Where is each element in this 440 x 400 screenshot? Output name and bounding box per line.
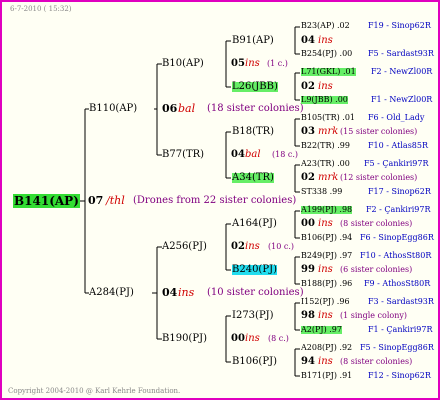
level4-2-top: L71(GKL) .01 xyxy=(301,67,356,76)
level4-6-bottom-origin: F9 - AthosSt80R xyxy=(364,279,431,288)
header-timestamp: 6-7-2010 ( 15:32) xyxy=(10,5,72,13)
level4-7-note: (1 single colony) xyxy=(340,311,407,320)
level2-1-gen: 05 xyxy=(231,58,245,69)
level2-1-note: (1 c.) xyxy=(267,59,288,68)
level4-8-note: (8 sister colonies) xyxy=(340,357,413,366)
level4-1-mating: ins xyxy=(318,35,333,46)
level4-2-top-origin: F2 - NewZl00R xyxy=(371,67,433,76)
level4-6-note: (6 sister colonies) xyxy=(340,265,413,274)
level4-3-bottom: B22(TR) .99 xyxy=(301,141,350,150)
level4-1-gen: 04 xyxy=(301,35,315,46)
level4-2-bottom: L9(JBB) .00 xyxy=(301,95,348,104)
level4-4-bottom: ST338 .99 xyxy=(301,187,343,196)
level4-7-gen: 98 xyxy=(301,310,315,321)
level4-4-mating: mrk xyxy=(318,172,339,183)
queen-level3-8: B106(PJ) xyxy=(232,356,277,367)
level4-4-top-origin: F5 - Çankiri97R xyxy=(364,159,429,168)
level1-a-note: (18 sister colonies) xyxy=(207,103,304,114)
level4-1-bottom: B254(PJ) .00 xyxy=(301,49,353,58)
level4-7-mating: ins xyxy=(318,310,333,321)
level4-7-top-origin: F3 - Sardast93R xyxy=(368,297,434,306)
level4-7-bottom: A2(PJ) .97 xyxy=(301,325,342,334)
level4-3-top: B105(TR) .01 xyxy=(301,113,356,122)
level4-5-top: A199(PJ) .98 xyxy=(301,205,353,214)
queen-level2-3: A256(PJ) xyxy=(162,241,207,252)
queen-level3-7: I273(PJ) xyxy=(232,310,274,321)
level4-3-bottom-origin: F10 - Atlas85R xyxy=(368,141,429,150)
level4-4-note: (12 sister colonies) xyxy=(340,173,418,182)
queen-level3-5: A164(PJ) xyxy=(232,218,277,229)
level4-8-gen: 94 xyxy=(301,356,315,367)
level4-6-gen: 99 xyxy=(301,264,315,275)
level4-2-gen: 02 xyxy=(301,81,315,92)
level4-1-bottom-origin: F5 - Sardast93R xyxy=(368,49,434,58)
queen-level3-4: A34(TR) xyxy=(232,172,274,183)
level4-5-bottom-origin: F6 - SinopEgg86R xyxy=(360,233,434,242)
level4-5-top-origin: F2 - Çankiri97R xyxy=(366,205,431,214)
level1-a-gen: 06 xyxy=(162,102,178,115)
level4-4-gen: 02 xyxy=(301,172,315,183)
level4-1-top: B23(AP) .02 xyxy=(301,21,350,30)
level4-1-top-origin: F19 - Sinop62R xyxy=(368,21,431,30)
level2-2-mating: bal xyxy=(245,149,261,160)
level4-3-top-origin: F6 - Old_Lady xyxy=(368,113,425,122)
level4-3-note: (15 sister colonies) xyxy=(340,127,418,136)
level4-5-mating: ins xyxy=(318,218,333,229)
level4-6-mating: ins xyxy=(318,264,333,275)
level4-8-top: A208(PJ) .92 xyxy=(301,343,353,352)
level4-7-bottom-origin: F1 - Çankiri97R xyxy=(368,325,433,334)
level4-8-mating: ins xyxy=(318,356,333,367)
root-gen: 07 xyxy=(88,194,104,207)
level4-8-bottom-origin: F12 - Sinop62R xyxy=(368,371,431,380)
level4-2-bottom-origin: F1 - NewZl00R xyxy=(371,95,433,104)
level2-3-gen: 02 xyxy=(231,241,245,252)
level1-a-mating: bal xyxy=(178,102,196,115)
queen-level1-a: B110(AP) xyxy=(89,103,138,114)
level2-3-mating: ins xyxy=(245,241,260,252)
level2-2-gen: 04 xyxy=(231,149,245,160)
level4-3-mating: mrk xyxy=(318,126,339,137)
queen-level3-3: B18(TR) xyxy=(232,126,275,137)
queen-level2-2: B77(TR) xyxy=(162,149,205,160)
queen-level3-2: L26(JBB) xyxy=(232,81,278,92)
level4-8-top-origin: F5 - SinopEgg86R xyxy=(360,343,434,352)
level4-6-top: B249(PJ) .97 xyxy=(301,251,353,260)
queen-level3-1: B91(AP) xyxy=(232,35,274,46)
level4-4-bottom-origin: F17 - Sinop62R xyxy=(368,187,431,196)
level4-2-mating: ins xyxy=(318,81,333,92)
level4-3-gen: 03 xyxy=(301,126,315,137)
level2-4-gen: 00 xyxy=(231,333,245,344)
root-mating: /thl xyxy=(106,194,125,207)
level1-b-note: (10 sister colonies) xyxy=(207,287,304,298)
level4-6-top-origin: F10 - AthosSt80R xyxy=(360,251,432,260)
level4-6-bottom: B188(PJ) .96 xyxy=(301,279,353,288)
pedigree-chart: 6-7-2010 ( 15:32) B141(AP) 07 /thl (Dron… xyxy=(0,0,440,400)
level4-5-gen: 00 xyxy=(301,218,315,229)
queen-level2-1: B10(AP) xyxy=(162,58,204,69)
level4-5-bottom: B106(PJ) .94 xyxy=(301,233,353,242)
root-queen: B141(AP) xyxy=(13,194,80,208)
level2-1-mating: ins xyxy=(245,58,260,69)
level4-8-bottom: B171(PJ) .91 xyxy=(301,371,353,380)
level2-4-note: (8 c.) xyxy=(268,334,289,343)
level2-4-mating: ins xyxy=(245,333,260,344)
footer-copyright: Copyright 2004-2010 @ Karl Kehrle Founda… xyxy=(8,387,181,395)
level4-5-note: (8 sister colonies) xyxy=(340,219,413,228)
level4-7-top: I152(PJ) .96 xyxy=(301,297,350,306)
level2-2-note: (18 c.) xyxy=(272,150,298,159)
queen-level2-4: B190(PJ) xyxy=(162,333,207,344)
level2-3-note: (10 c.) xyxy=(268,242,294,251)
queen-level1-b: A284(PJ) xyxy=(89,287,134,298)
level1-b-gen: 04 xyxy=(162,286,178,299)
queen-level3-6: B240(PJ) xyxy=(232,264,277,275)
level4-4-top: A23(TR) .00 xyxy=(301,159,350,168)
root-note: (Drones from 22 sister colonies) xyxy=(133,195,297,206)
level1-b-mating: ins xyxy=(178,286,195,299)
